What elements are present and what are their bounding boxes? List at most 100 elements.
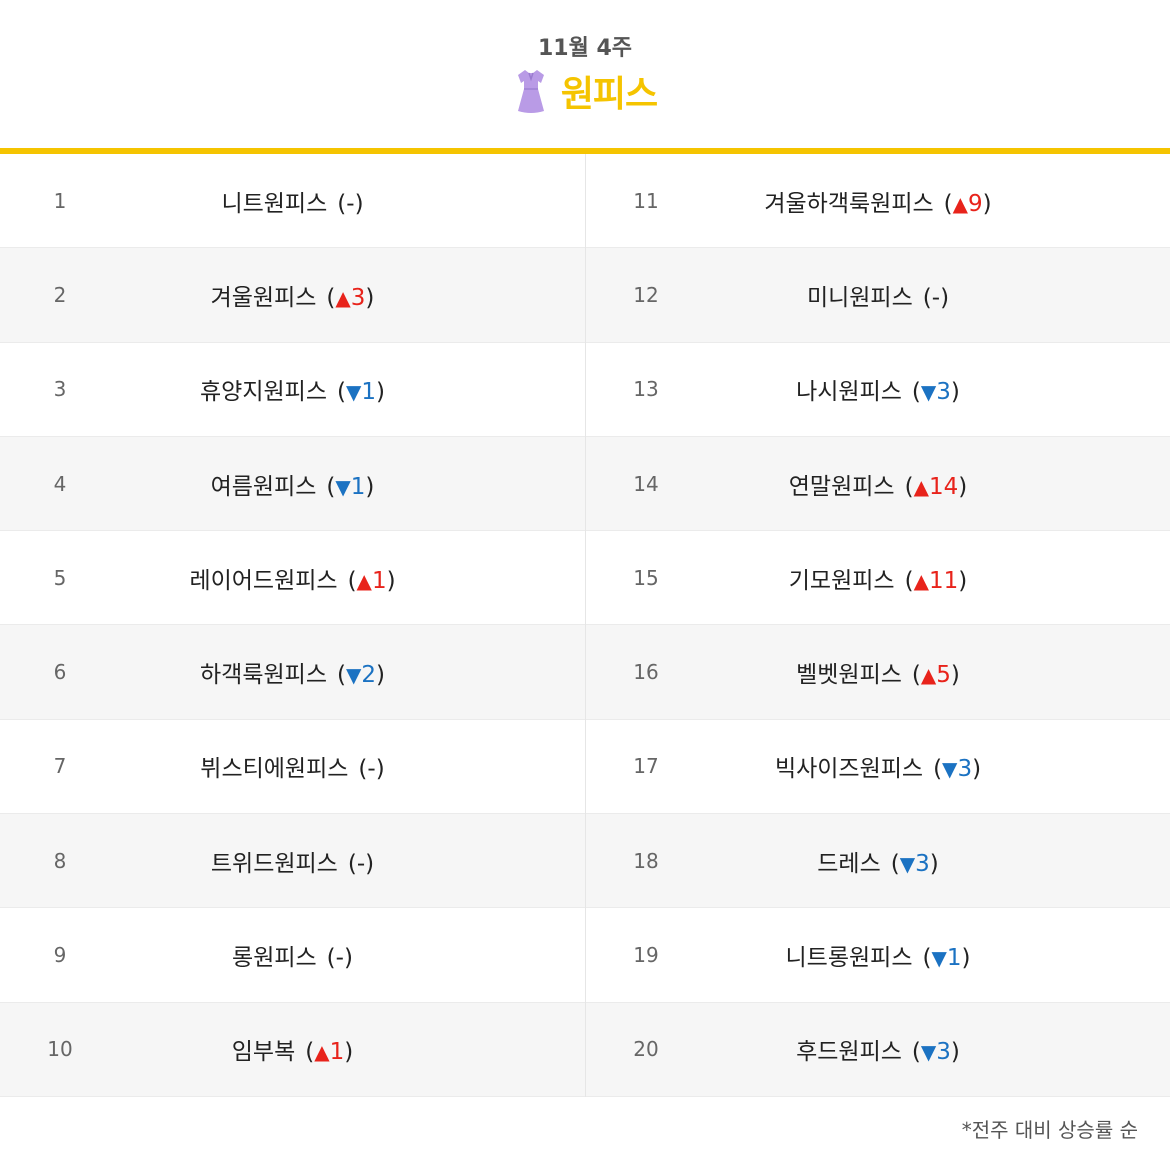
keyword: 겨울하객룩원피스	[764, 190, 934, 217]
rank-number: 3	[53, 377, 67, 402]
down-arrow-icon: ▼	[920, 1040, 937, 1065]
category-title: 원피스	[0, 66, 1170, 116]
ranking-row[interactable]: 15 기모원피스 (▲11)	[586, 531, 1170, 626]
rank-number: 18	[633, 848, 659, 873]
down-arrow-icon: ▼	[942, 757, 958, 782]
change-value: -	[356, 850, 366, 877]
rank-number: 1	[53, 188, 67, 213]
ranking-row[interactable]: 12 미니원피스 (-)	[586, 248, 1170, 343]
ranking-row[interactable]: 11 겨울하객룩원피스 (▲9)	[586, 154, 1170, 249]
rank-change: (-)	[358, 756, 385, 783]
change-value: -	[367, 756, 376, 783]
down-arrow-icon: ▼	[920, 380, 937, 405]
ranking-row[interactable]: 4 여름원피스 (▼1)	[0, 436, 585, 532]
rank-number: 6	[53, 660, 67, 685]
rank-change: (▼1)	[336, 379, 385, 406]
ranking-row[interactable]: 5 레이어드원피스 (▲1)	[0, 531, 585, 626]
rank-change: (▲5)	[911, 662, 960, 689]
rank-number: 4	[53, 471, 67, 496]
change-value: -	[346, 190, 355, 217]
rank-number: 12	[633, 282, 659, 307]
ranking-term: 미니원피스 (-)	[706, 278, 1170, 312]
down-arrow-icon: ▼	[931, 946, 947, 971]
keyword: 임부복	[231, 1039, 296, 1066]
change-value: -	[931, 284, 941, 311]
ranking-term: 연말원피스 (▲14)	[706, 467, 1170, 501]
ranking-row[interactable]: 18 드레스 (▼3)	[586, 814, 1170, 909]
ranking-row[interactable]: 17 빅사이즈원피스 (▼3)	[586, 720, 1170, 815]
ranking-row[interactable]: 19 니트롱원피스 (▼1)	[586, 908, 1170, 1003]
rank-change: (▲14)	[904, 473, 968, 500]
ranking-term: 하객룩원피스 (▼2)	[120, 655, 585, 689]
change-value: -	[335, 945, 344, 972]
down-arrow-icon: ▼	[345, 663, 362, 688]
rank-change: (▲11)	[904, 567, 968, 594]
change-value: 14	[928, 473, 959, 500]
change-value: 11	[928, 567, 959, 594]
ranking-page: 11월 4주 원피스 1 니트원피스 (-) 2 겨울원피스 (▲3) 3 휴양지원피스 (▼1…	[0, 0, 1170, 1170]
rank-number: 15	[633, 565, 659, 590]
ranking-term: 후드원피스 (▼3)	[706, 1032, 1170, 1066]
rank-number: 7	[53, 754, 67, 779]
rank-number: 11	[633, 188, 659, 213]
rank-number: 9	[53, 943, 67, 968]
ranking-term: 뷔스티에원피스 (-)	[120, 749, 585, 783]
ranking-row[interactable]: 8 트위드원피스 (-)	[0, 814, 585, 909]
change-value: 1	[361, 379, 376, 406]
keyword: 하객룩원피스	[200, 662, 327, 689]
rank-number: 17	[633, 754, 659, 779]
ranking-term: 레이어드원피스 (▲1)	[120, 561, 585, 595]
rank-change: (▼3)	[911, 379, 960, 406]
ranking-row[interactable]: 2 겨울원피스 (▲3)	[0, 248, 585, 343]
rank-number: 16	[633, 660, 659, 685]
change-value: 3	[936, 379, 951, 406]
rank-change: (▼3)	[890, 850, 939, 877]
up-arrow-icon: ▲	[913, 568, 929, 593]
rank-number: 14	[633, 471, 659, 496]
ranking-row[interactable]: 20 후드원피스 (▼3)	[586, 1002, 1170, 1097]
week-label: 11월 4주	[537, 36, 633, 61]
ranking-table: 1 니트원피스 (-) 2 겨울원피스 (▲3) 3 휴양지원피스 (▼1) 4 여름원피스 (▼1)…	[0, 154, 1170, 1097]
rank-change: (▼2)	[336, 662, 385, 689]
ranking-row[interactable]: 10 임부복 (▲1)	[0, 1002, 585, 1097]
rank-change: (-)	[337, 190, 364, 217]
category-label: 원피스	[560, 74, 658, 115]
ranking-term: 겨울하객룩원피스 (▲9)	[706, 184, 1170, 218]
ranking-row[interactable]: 14 연말원피스 (▲14)	[586, 436, 1170, 532]
keyword: 연말원피스	[788, 473, 895, 500]
keyword: 휴양지원피스	[200, 379, 327, 406]
change-value: 9	[968, 190, 983, 217]
rank-number: 2	[53, 282, 67, 307]
keyword: 기모원피스	[788, 567, 895, 594]
rank-number: 20	[633, 1037, 659, 1062]
ranking-term: 롱원피스 (-)	[120, 938, 585, 972]
footnote: *전주 대비 상승률 순	[961, 1118, 1138, 1142]
ranking-row[interactable]: 6 하객룩원피스 (▼2)	[0, 625, 585, 720]
keyword: 레이어드원피스	[189, 567, 338, 594]
rank-change: (▲1)	[347, 567, 396, 594]
ranking-row[interactable]: 16 벨벳원피스 (▲5)	[586, 625, 1170, 720]
ranking-row[interactable]: 7 뷔스티에원피스 (-)	[0, 720, 585, 815]
rank-change: (-)	[347, 850, 375, 877]
change-value: 5	[936, 662, 951, 689]
change-value: 3	[350, 284, 366, 311]
ranking-row[interactable]: 1 니트원피스 (-)	[0, 154, 585, 249]
keyword: 빅사이즈원피스	[774, 756, 924, 783]
up-arrow-icon: ▲	[913, 474, 929, 499]
down-arrow-icon: ▼	[335, 474, 351, 499]
ranking-row[interactable]: 9 롱원피스 (-)	[0, 908, 585, 1003]
keyword: 후드원피스	[796, 1039, 902, 1066]
ranking-column-right: 11 겨울하객룩원피스 (▲9) 12 미니원피스 (-) 13 나시원피스 (▼3) 14 연말원…	[585, 154, 1170, 1097]
change-value: 3	[936, 1039, 951, 1066]
ranking-column-left: 1 니트원피스 (-) 2 겨울원피스 (▲3) 3 휴양지원피스 (▼1) 4 여름원피스 (▼1)…	[0, 154, 585, 1097]
dress-icon	[517, 70, 544, 113]
keyword: 트위드원피스	[210, 850, 338, 877]
change-value: 1	[350, 473, 366, 500]
ranking-row[interactable]: 3 휴양지원피스 (▼1)	[0, 343, 585, 437]
ranking-term: 빅사이즈원피스 (▼3)	[706, 749, 1170, 783]
header: 11월 4주 원피스	[0, 0, 1170, 150]
up-arrow-icon: ▲	[314, 1040, 330, 1065]
ranking-term: 드레스 (▼3)	[706, 844, 1170, 878]
down-arrow-icon: ▼	[345, 380, 362, 405]
ranking-row[interactable]: 13 나시원피스 (▼3)	[586, 343, 1170, 437]
